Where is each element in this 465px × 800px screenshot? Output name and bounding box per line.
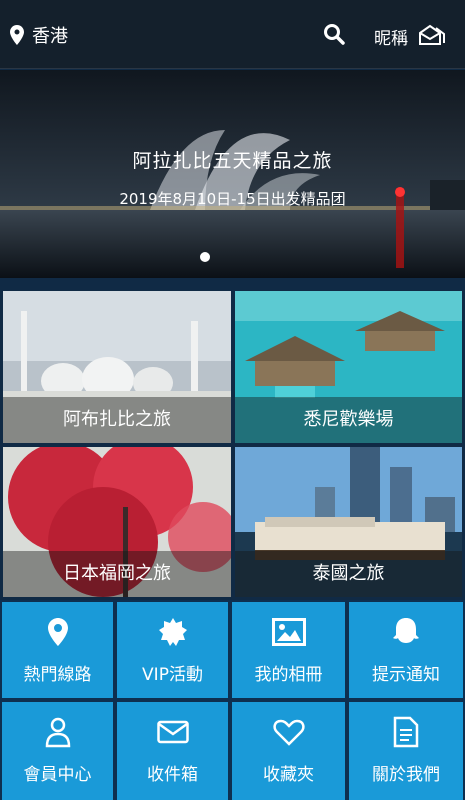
destination-label: 泰國之旅 — [235, 551, 462, 597]
location-pin-icon — [47, 618, 68, 646]
carousel-indicator[interactable] — [200, 252, 210, 262]
destination-tile-sydney[interactable]: 悉尼歡樂場 — [235, 291, 462, 443]
menu-grid: 熱門線路 VIP活動 我的相冊 提示通知 會員中心 收件箱 收藏夾 關於我們 — [0, 600, 465, 800]
destination-grid: 阿布扎比之旅 悉尼歡樂場 日本福岡之旅 泰國之旅 — [0, 288, 465, 600]
menu-vip-button[interactable]: VIP活動 — [117, 602, 228, 698]
banner-title: 阿拉扎比五天精品之旅 — [132, 150, 333, 172]
envelope-icon — [156, 720, 189, 744]
destination-tile-abu-dhabi[interactable]: 阿布扎比之旅 — [3, 291, 231, 443]
menu-label: 我的相冊 — [254, 665, 323, 685]
banner-image — [0, 70, 465, 278]
banner-subtitle: 2019年8月10日-15日出发精品团 — [119, 190, 346, 208]
menu-member-button[interactable]: 會員中心 — [2, 702, 113, 800]
menu-label: 關於我們 — [372, 765, 440, 785]
picture-icon — [271, 618, 306, 646]
location-selector[interactable]: 香港 — [10, 22, 68, 48]
menu-hot-routes-button[interactable]: 熱門線路 — [2, 602, 113, 698]
menu-album-button[interactable]: 我的相冊 — [232, 602, 345, 698]
user-icon — [45, 717, 70, 748]
menu-label: 提示通知 — [372, 665, 440, 685]
menu-notification-button[interactable]: 提示通知 — [349, 602, 463, 698]
heart-icon — [272, 719, 305, 746]
menu-label: 收藏夾 — [263, 765, 314, 785]
ghost-icon — [393, 618, 419, 643]
menu-inbox-button[interactable]: 收件箱 — [117, 702, 228, 800]
hero-banner[interactable]: 阿拉扎比五天精品之旅 2019年8月10日-15日出发精品团 — [0, 70, 465, 278]
menu-label: VIP活動 — [142, 665, 203, 685]
location-pin-icon — [10, 25, 24, 45]
destination-tile-thailand[interactable]: 泰國之旅 — [235, 447, 462, 597]
destination-label: 阿布扎比之旅 — [3, 397, 231, 443]
menu-label: 會員中心 — [23, 765, 92, 785]
menu-favorites-button[interactable]: 收藏夾 — [232, 702, 345, 800]
destination-tile-fukuoka[interactable]: 日本福岡之旅 — [3, 447, 231, 597]
menu-label: 熱門線路 — [23, 665, 92, 685]
menu-label: 收件箱 — [147, 765, 198, 785]
badge-icon — [158, 618, 187, 646]
top-bar: 香港 昵稱 — [0, 0, 465, 69]
document-icon — [393, 716, 419, 748]
search-icon[interactable] — [323, 23, 345, 45]
nickname-link[interactable]: 昵稱 — [374, 24, 408, 49]
location-label: 香港 — [32, 26, 68, 47]
destination-label: 悉尼歡樂場 — [235, 397, 462, 443]
destination-label: 日本福岡之旅 — [3, 551, 231, 597]
menu-about-button[interactable]: 關於我們 — [349, 702, 463, 800]
mail-icon[interactable] — [418, 24, 446, 46]
